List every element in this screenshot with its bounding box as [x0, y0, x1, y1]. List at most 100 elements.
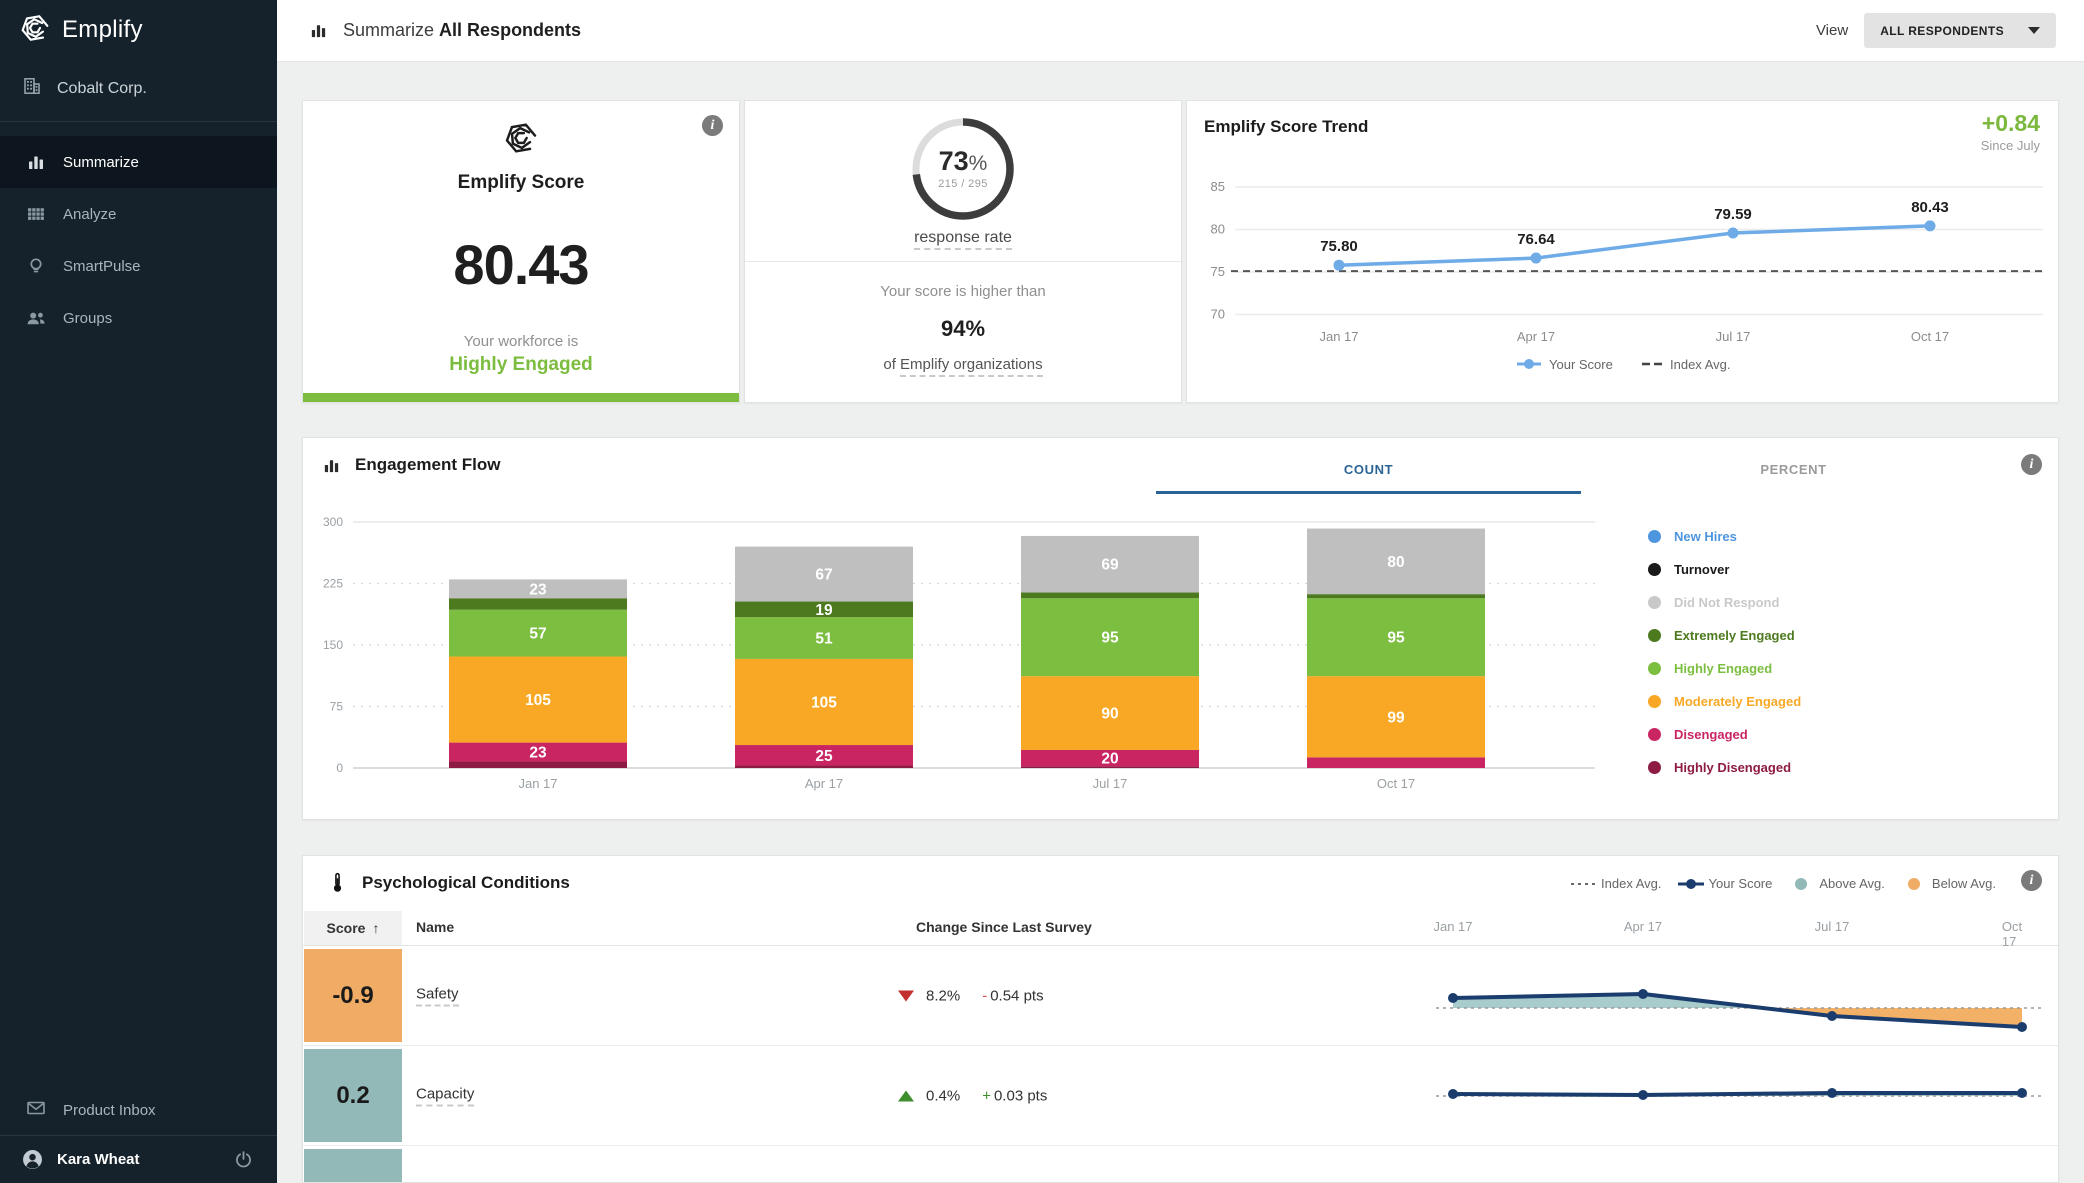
svg-text:95: 95: [1101, 630, 1119, 647]
change-percent: 0.4%: [926, 1087, 960, 1104]
svg-text:85: 85: [1211, 179, 1225, 194]
response-rate-term[interactable]: response rate: [914, 229, 1012, 250]
brand[interactable]: Emplify: [0, 0, 277, 60]
tab-count[interactable]: COUNT: [1156, 438, 1581, 494]
svg-text:79.59: 79.59: [1714, 206, 1752, 223]
svg-text:76.64: 76.64: [1517, 231, 1555, 248]
svg-text:70: 70: [1211, 307, 1225, 322]
psych-legend-yourscore: Your Score: [1678, 876, 1773, 891]
date-column-oct-17: Oct 17: [2002, 919, 2022, 949]
svg-text:Apr 17: Apr 17: [805, 776, 843, 791]
legend-label: New Hires: [1674, 529, 1737, 544]
product-inbox-label: Product Inbox: [63, 1102, 156, 1119]
svg-text:90: 90: [1101, 706, 1118, 723]
main-area: Summarize All Respondents View ALL RESPO…: [277, 0, 2084, 1183]
legend-label: Moderately Engaged: [1674, 694, 1801, 709]
psych-legend-label: Index Avg.: [1601, 876, 1661, 891]
tab-percent[interactable]: PERCENT: [1581, 438, 2006, 494]
brand-name: Emplify: [62, 16, 143, 44]
psych-legend-label: Your Score: [1709, 876, 1773, 891]
trend-line-chart: 8580757075.80Jan 1776.64Apr 1779.59Jul 1…: [1187, 159, 2060, 399]
user-row[interactable]: Kara Wheat: [0, 1135, 277, 1183]
legend-item-extremely-engaged[interactable]: Extremely Engaged: [1648, 619, 1801, 652]
svg-text:225: 225: [323, 577, 343, 591]
legend-item-did-not-respond[interactable]: Did Not Respond: [1648, 586, 1801, 619]
date-column-jul-17: Jul 17: [1815, 919, 1850, 934]
legend-label: Extremely Engaged: [1674, 628, 1795, 643]
trend-up-icon: [898, 1090, 914, 1101]
svg-text:19: 19: [815, 602, 833, 619]
info-icon[interactable]: i: [2021, 454, 2042, 475]
legend-label: Disengaged: [1674, 727, 1748, 742]
legend-label: Did Not Respond: [1674, 595, 1779, 610]
svg-text:Jul 17: Jul 17: [1093, 776, 1128, 791]
response-rate-fraction: 215 / 295: [938, 178, 987, 190]
psych-legend: Index Avg.Your ScoreAbove Avg.Below Avg.: [1570, 876, 1996, 891]
legend-dot-icon: [1648, 728, 1661, 741]
sidebar-item-analyze[interactable]: Analyze: [0, 188, 277, 240]
workforce-subtitle: Your workforce is: [464, 333, 579, 350]
logout-power-icon[interactable]: [234, 1150, 253, 1169]
response-rate-percent: 73: [939, 146, 969, 176]
legend-label: Turnover: [1674, 562, 1729, 577]
psych-table-header: Score ↑ Name Change Since Last Survey Ja…: [303, 911, 2058, 946]
legend-item-moderately-engaged[interactable]: Moderately Engaged: [1648, 685, 1801, 718]
trend-delta: +0.84: [1982, 110, 2040, 137]
svg-text:Jan 17: Jan 17: [1319, 329, 1358, 344]
svg-text:20: 20: [1101, 751, 1118, 768]
change-since-last-survey: 8.2%-0.54 pts: [898, 987, 1044, 1004]
info-icon[interactable]: i: [702, 115, 723, 136]
engagement-flow-card: Engagement Flow COUNTPERCENT i 075150225…: [302, 437, 2059, 820]
sidebar-item-summarize[interactable]: Summarize: [0, 136, 277, 188]
product-inbox[interactable]: Product Inbox: [0, 1085, 277, 1135]
legend-item-highly-disengaged[interactable]: Highly Disengaged: [1648, 751, 1801, 784]
bar-chart-icon: [309, 21, 328, 40]
emplify-score-logo-icon: [504, 121, 538, 160]
score-column-sort[interactable]: Score ↑: [304, 911, 402, 945]
legend-label: Highly Disengaged: [1674, 760, 1791, 775]
response-rate-ring: 73% 215 / 295: [909, 115, 1017, 223]
engagement-tabs: COUNT PERCENT: [1156, 438, 2006, 494]
emplify-score-card: i Emplify Score 80.43 Your workforce is …: [302, 100, 740, 403]
legend-dot-icon: [1648, 629, 1661, 642]
page-title: Summarize All Respondents: [309, 20, 581, 41]
legend-item-disengaged[interactable]: Disengaged: [1648, 718, 1801, 751]
bar-chart-icon: [322, 456, 341, 475]
legend-dot-icon: [1648, 695, 1661, 708]
percentile-caption: Your score is higher than: [745, 283, 1181, 300]
people-icon: [26, 308, 46, 328]
condition-name[interactable]: Capacity: [416, 1085, 474, 1106]
psych-row: [303, 1146, 2058, 1183]
sidebar-item-groups[interactable]: Groups: [0, 292, 277, 344]
view-label: View: [1816, 22, 1848, 39]
emplify-organizations-term[interactable]: Emplify organizations: [900, 356, 1043, 377]
psych-legend-label: Below Avg.: [1932, 876, 1996, 891]
svg-text:Oct 17: Oct 17: [1377, 776, 1415, 791]
svg-text:150: 150: [323, 638, 343, 652]
psych-row-safety: -0.9Safety8.2%-0.54 pts: [303, 946, 2058, 1046]
sidebar: Emplify Cobalt Corp. SummarizeAnalyze Sma…: [0, 0, 277, 1183]
svg-text:99: 99: [1387, 709, 1405, 726]
score-trend-card: Emplify Score Trend +0.84 Since July 858…: [1186, 100, 2059, 403]
svg-text:23: 23: [529, 745, 547, 762]
organization-name: Cobalt Corp.: [57, 80, 147, 98]
dashboard-content: i Emplify Score 80.43 Your workforce is …: [277, 62, 2084, 1183]
view-dropdown[interactable]: ALL RESPONDENTS: [1864, 13, 2056, 48]
tab-label: COUNT: [1344, 462, 1393, 477]
legend-item-new-hires[interactable]: New Hires: [1648, 520, 1801, 553]
emplify-logo-icon: [20, 13, 50, 48]
legend-item-turnover[interactable]: Turnover: [1648, 553, 1801, 586]
emplify-score-title: Emplify Score: [458, 172, 585, 194]
sidebar-item-smartpulse[interactable]: SmartPulse: [0, 240, 277, 292]
legend-dot-icon: [1648, 563, 1661, 576]
condition-name[interactable]: Safety: [416, 985, 459, 1006]
info-icon[interactable]: i: [2021, 870, 2042, 891]
svg-text:23: 23: [529, 581, 547, 598]
sidebar-item-label: SmartPulse: [63, 258, 141, 275]
svg-text:80: 80: [1387, 554, 1404, 571]
psych-row-capacity: 0.2Capacity0.4%+0.03 pts: [303, 1046, 2058, 1146]
organization-selector[interactable]: Cobalt Corp.: [0, 60, 277, 122]
engagement-legend: New Hires Turnover Did Not Respond Extremel…: [1648, 520, 1801, 784]
legend-item-highly-engaged[interactable]: Highly Engaged: [1648, 652, 1801, 685]
svg-text:51: 51: [815, 631, 833, 648]
